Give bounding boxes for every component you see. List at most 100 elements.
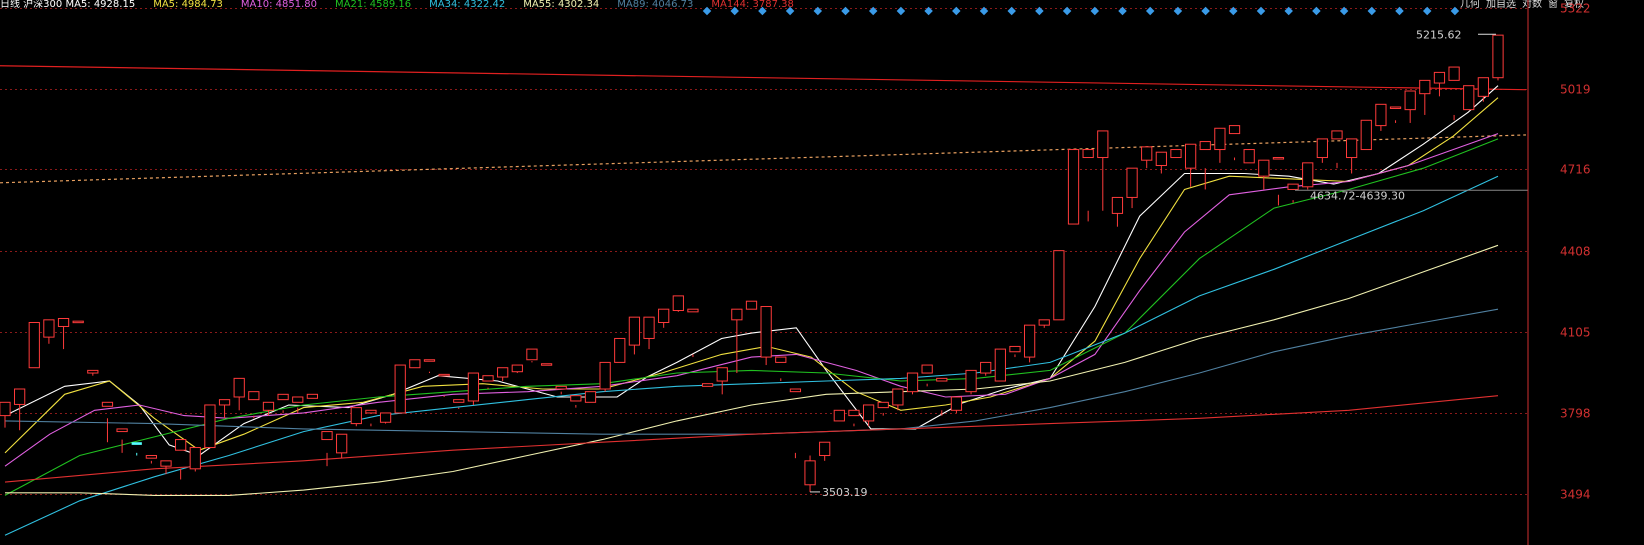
candle-body [716, 367, 728, 382]
candle [1243, 149, 1255, 164]
ma-line-ma21-3 [4, 138, 1499, 496]
candle-body [1433, 71, 1446, 84]
candle [614, 337, 626, 363]
candle [57, 317, 70, 350]
candle [1214, 127, 1226, 163]
candle-body [862, 404, 875, 422]
candle-body [628, 316, 641, 346]
candle-body [379, 412, 392, 423]
candle-body [1448, 66, 1460, 81]
candle [1023, 324, 1036, 363]
candle-body [599, 361, 611, 390]
signal-diamond [841, 6, 850, 16]
candle-body [658, 308, 670, 323]
low-price-label: 3503.19 [822, 486, 868, 499]
candle [716, 367, 728, 395]
candle-body [189, 447, 201, 470]
candle [1419, 79, 1431, 115]
candle-body [1228, 125, 1241, 135]
candle [906, 372, 919, 395]
candle-body [789, 388, 802, 393]
candle [409, 359, 421, 369]
candle [0, 401, 11, 428]
candle [116, 428, 128, 453]
candle [321, 431, 333, 467]
candle [1360, 119, 1372, 151]
candle-body [584, 391, 597, 403]
candle-body [131, 442, 142, 445]
candle-body [28, 321, 40, 369]
candle [540, 363, 553, 366]
candle [175, 439, 187, 480]
candle [1228, 125, 1241, 161]
candle-body [833, 409, 845, 422]
candle-body [1053, 250, 1065, 321]
candle [848, 409, 860, 427]
candle [1389, 106, 1402, 123]
candle-body [1302, 162, 1314, 188]
candle-body [365, 409, 377, 414]
candle [28, 321, 40, 369]
candle-body [1009, 345, 1021, 353]
candle-body [1141, 146, 1153, 161]
candle-body [819, 441, 831, 457]
candle-body [218, 399, 231, 406]
candle [1463, 85, 1475, 111]
candle-body [1419, 79, 1431, 95]
candle-body [848, 409, 860, 417]
candle-body [1477, 77, 1489, 97]
candle [43, 319, 55, 344]
candle [775, 356, 787, 382]
candle-body [614, 337, 626, 363]
candle-body [570, 395, 582, 402]
candle-body [1023, 324, 1036, 358]
signal-diamond [1256, 6, 1266, 16]
moving-averages [4, 85, 1499, 536]
candlestick-chart: 5215.62 3503.19 4634.72-4639.30 5322 5019 47… [0, 0, 1591, 545]
candle-body [394, 364, 406, 414]
candles [0, 34, 1504, 492]
signal-diamond [785, 6, 795, 16]
candle [1170, 149, 1182, 159]
candle [819, 441, 831, 461]
candle-body [14, 388, 26, 405]
candle-body [453, 399, 465, 403]
y-tick-label: 3798 [1560, 407, 1591, 421]
candle-body [1331, 130, 1343, 140]
candle [350, 407, 362, 427]
candle-body [101, 401, 114, 407]
candle-body [555, 385, 567, 390]
candle-body [701, 383, 714, 387]
y-tick-label: 4716 [1560, 163, 1591, 177]
candle-body [892, 388, 904, 406]
candle [131, 442, 142, 456]
candle [262, 401, 275, 416]
candle [994, 348, 1006, 382]
y-tick-label: 4408 [1560, 245, 1591, 259]
candle [1082, 149, 1094, 222]
candle-body [409, 359, 421, 369]
candle [701, 383, 714, 387]
candle [1316, 138, 1328, 163]
candle [379, 412, 392, 424]
candle [833, 409, 845, 422]
y-tick-label: 5322 [1560, 2, 1591, 16]
ma-line-ma34-4 [4, 175, 1499, 536]
candle-body [1111, 196, 1124, 214]
candle [336, 433, 348, 459]
candle-body [687, 308, 699, 313]
candle-body [1214, 127, 1226, 151]
candle-body [906, 372, 919, 393]
candle [1053, 250, 1065, 321]
candle-body [277, 393, 289, 401]
candle-body [1184, 143, 1197, 169]
candle-body [1067, 149, 1080, 225]
candle [1184, 143, 1197, 187]
candle-body [760, 306, 772, 358]
candle [555, 385, 567, 395]
candle-body [511, 364, 523, 373]
signal-diamond [952, 6, 961, 16]
candle [745, 300, 758, 310]
gap-label: 4634.72-4639.30 [1310, 189, 1405, 202]
candle-body [921, 364, 933, 374]
